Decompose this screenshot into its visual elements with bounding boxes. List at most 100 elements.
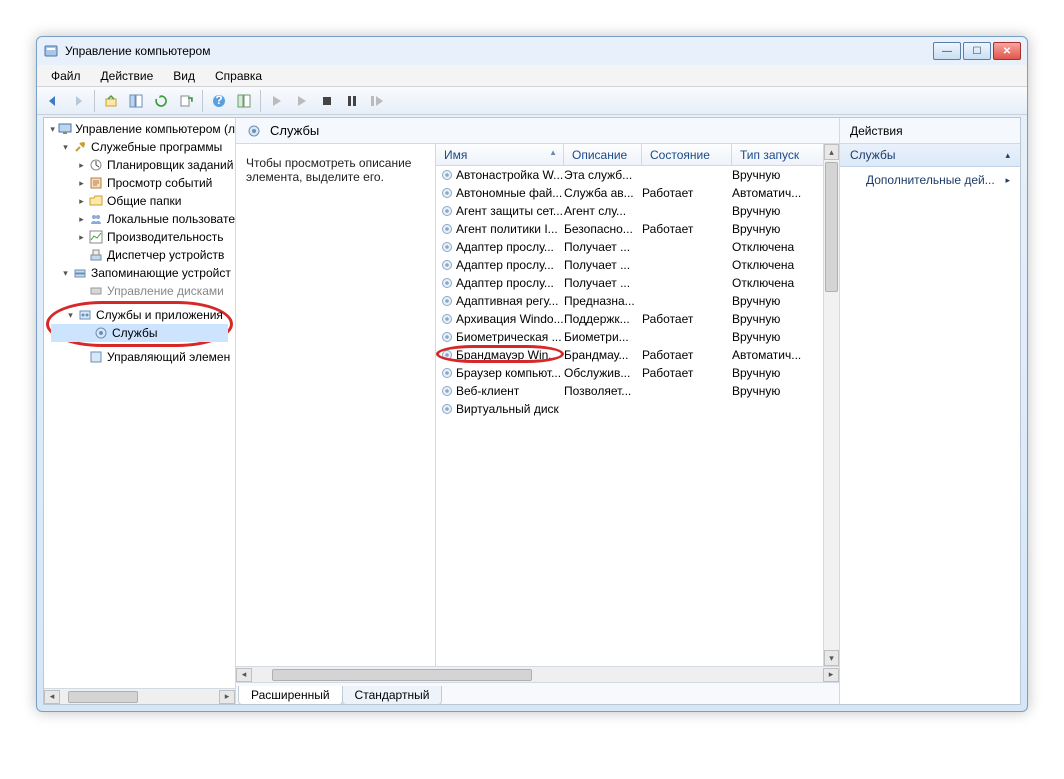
start-service-button[interactable] <box>265 89 289 113</box>
gear-icon <box>93 325 109 341</box>
service-name: Автономные фай... <box>454 186 564 200</box>
actions-more[interactable]: Дополнительные дей... ▸ <box>840 167 1020 193</box>
service-name: Брандмауэр Win... <box>454 348 564 362</box>
services-icon <box>77 307 93 323</box>
highlight-services-apps: ▾ Службы и приложения Службы <box>46 301 233 347</box>
actions-section[interactable]: Службы ▴ <box>840 144 1020 167</box>
tree-root[interactable]: ▾ Управление компьютером (л <box>44 120 235 138</box>
collapse-icon[interactable]: ▾ <box>60 268 71 279</box>
scroll-thumb[interactable] <box>68 691 138 703</box>
stop-service-button[interactable] <box>315 89 339 113</box>
service-row[interactable]: Виртуальный диск <box>436 400 839 418</box>
show-hide-tree-button[interactable] <box>124 89 148 113</box>
services-list[interactable]: Автонастройка W...Эта служб...ВручнуюАвт… <box>436 166 839 666</box>
pause-service-button[interactable] <box>340 89 364 113</box>
gear-icon <box>436 347 454 363</box>
service-row[interactable]: Агент политики I...Безопасно...РаботаетВ… <box>436 220 839 238</box>
expand-icon[interactable]: ▸ <box>76 160 87 171</box>
column-name[interactable]: Имя <box>436 144 564 165</box>
toolbar: ? <box>37 87 1027 115</box>
service-row[interactable]: Брандмауэр Win...Брандмау...РаботаетАвто… <box>436 346 839 364</box>
start-service-alt-button[interactable] <box>290 89 314 113</box>
description-pane: Чтобы просмотреть описание элемента, выд… <box>236 144 436 666</box>
expand-icon[interactable]: ▸ <box>76 178 87 189</box>
export-button[interactable] <box>174 89 198 113</box>
expand-icon[interactable]: ▸ <box>76 196 87 207</box>
tab-extended[interactable]: Расширенный <box>238 686 343 705</box>
service-row[interactable]: Адаптер прослу...Получает ...Отключена <box>436 274 839 292</box>
tree-localusers[interactable]: ▸ Локальные пользовате <box>44 210 235 228</box>
scroll-down-icon[interactable]: ▾ <box>824 650 839 666</box>
expand-icon[interactable]: ▸ <box>76 214 87 225</box>
service-desc: Безопасно... <box>564 222 642 236</box>
collapse-icon[interactable]: ▾ <box>48 124 57 135</box>
scroll-right-icon[interactable]: ▸ <box>219 690 235 704</box>
maximize-button[interactable]: ☐ <box>963 42 991 60</box>
tree-wmicontrol[interactable]: Управляющий элемен <box>44 348 235 366</box>
properties-button[interactable] <box>232 89 256 113</box>
column-desc[interactable]: Описание <box>564 144 642 165</box>
tree-hscroll[interactable]: ◂ ▸ <box>44 688 235 704</box>
computer-icon <box>58 121 72 137</box>
help-button[interactable]: ? <box>207 89 231 113</box>
restart-service-button[interactable] <box>365 89 389 113</box>
list-hscroll[interactable]: ◂ ▸ <box>236 666 839 682</box>
service-row[interactable]: Автономные фай...Служба ав...РаботаетАвт… <box>436 184 839 202</box>
scroll-up-icon[interactable]: ▴ <box>824 144 839 160</box>
tree-scheduler[interactable]: ▸ Планировщик заданий <box>44 156 235 174</box>
tree-eventviewer[interactable]: ▸ Просмотр событий <box>44 174 235 192</box>
menu-help[interactable]: Справка <box>207 67 270 85</box>
tree-utilities-label: Служебные программы <box>91 140 222 154</box>
service-row[interactable]: Адаптер прослу...Получает ...Отключена <box>436 238 839 256</box>
gear-icon <box>436 275 454 291</box>
titlebar[interactable]: Управление компьютером — ☐ ✕ <box>37 37 1027 65</box>
tree-sharedfolders[interactable]: ▸ Общие папки <box>44 192 235 210</box>
tree-devmgr[interactable]: Диспетчер устройств <box>44 246 235 264</box>
minimize-button[interactable]: — <box>933 42 961 60</box>
scroll-right-icon[interactable]: ▸ <box>823 668 839 682</box>
wmi-icon <box>88 349 104 365</box>
service-row[interactable]: Адаптивная регу...Предназна...Вручную <box>436 292 839 310</box>
tree-services[interactable]: Службы <box>51 324 228 342</box>
service-row[interactable]: Агент защиты сет...Агент слу...Вручную <box>436 202 839 220</box>
service-row[interactable]: Веб-клиентПозволяет...Вручную <box>436 382 839 400</box>
tree-utilities[interactable]: ▾ Служебные программы <box>44 138 235 156</box>
tree-servicesapps[interactable]: ▾ Службы и приложения <box>51 306 228 324</box>
up-button[interactable] <box>99 89 123 113</box>
tree-performance[interactable]: ▸ Производительность <box>44 228 235 246</box>
scroll-thumb[interactable] <box>272 669 532 681</box>
tree-storage[interactable]: ▾ Запоминающие устройст <box>44 264 235 282</box>
service-name: Биометрическая ... <box>454 330 564 344</box>
service-row[interactable]: Автонастройка W...Эта служб...Вручную <box>436 166 839 184</box>
actions-section-label: Службы <box>850 148 895 162</box>
menu-view[interactable]: Вид <box>165 67 203 85</box>
menu-file[interactable]: Файл <box>43 67 89 85</box>
collapse-icon[interactable]: ▾ <box>65 310 76 321</box>
column-state[interactable]: Состояние <box>642 144 732 165</box>
tree-localusers-label: Локальные пользовате <box>107 212 235 226</box>
close-button[interactable]: ✕ <box>993 42 1021 60</box>
menubar: Файл Действие Вид Справка <box>37 65 1027 87</box>
service-name: Адаптер прослу... <box>454 240 564 254</box>
service-name: Виртуальный диск <box>454 402 564 416</box>
scroll-left-icon[interactable]: ◂ <box>44 690 60 704</box>
tab-standard[interactable]: Стандартный <box>342 686 443 705</box>
forward-button[interactable] <box>66 89 90 113</box>
list-vscroll[interactable]: ▴ ▾ <box>823 144 839 666</box>
back-button[interactable] <box>41 89 65 113</box>
service-row[interactable]: Адаптер прослу...Получает ...Отключена <box>436 256 839 274</box>
service-row[interactable]: Браузер компьют...Обслужив...РаботаетВру… <box>436 364 839 382</box>
scroll-thumb[interactable] <box>825 162 838 292</box>
pane-title: Службы <box>270 123 319 138</box>
scroll-left-icon[interactable]: ◂ <box>236 668 252 682</box>
menu-action[interactable]: Действие <box>93 67 162 85</box>
expand-icon[interactable]: ▸ <box>76 232 87 243</box>
service-row[interactable]: Архивация Windo...Поддержк...РаботаетВру… <box>436 310 839 328</box>
refresh-button[interactable] <box>149 89 173 113</box>
tree-diskmgr[interactable]: Управление дисками <box>44 282 235 300</box>
service-row[interactable]: Биометрическая ...Биометри...Вручную <box>436 328 839 346</box>
tree-root-label: Управление компьютером (л <box>75 122 235 136</box>
collapse-icon[interactable]: ▾ <box>60 142 71 153</box>
gear-icon <box>436 221 454 237</box>
service-desc: Эта служб... <box>564 168 642 182</box>
